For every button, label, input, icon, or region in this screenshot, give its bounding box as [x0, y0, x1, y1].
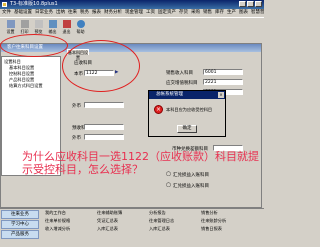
sidebar-item-learning[interactable]: 学习中心	[1, 220, 39, 229]
option2-label: 汇兑损益入账科目	[173, 184, 209, 189]
menu-item[interactable]: 往来	[68, 9, 77, 17]
quick-links: 我的工作台 往来辅助账簿 分析报告 销售分析往来单价规格 凭证汇总表 往来管理日志 往来账龄…	[45, 210, 253, 232]
prepay-foreign-input[interactable]	[84, 134, 124, 140]
sales-income-label: 销售收入科目	[166, 71, 193, 76]
sales-income-input[interactable]: 6001	[203, 69, 243, 75]
minimize-button[interactable]	[239, 1, 246, 7]
annotation-circle-field	[62, 40, 140, 92]
tax-input[interactable]: 2221	[203, 79, 243, 85]
exit-icon	[62, 20, 71, 28]
menu-item[interactable]: 智慧营	[251, 9, 264, 17]
menu-item[interactable]: 固定资产	[158, 9, 176, 17]
menu-item[interactable]: 税务	[80, 9, 89, 17]
quick-link[interactable]: 入库汇总表	[97, 226, 149, 232]
menu-item[interactable]: 现金管理	[125, 9, 143, 17]
export-icon	[48, 20, 57, 28]
bottom-panel: 往来业务 学习中心 产品服务 我的工作台 往来辅助账簿 分析报告 销售分析往来单价规格…	[0, 208, 264, 247]
quick-link[interactable]: 销售日报表	[201, 226, 253, 232]
dialog-title: 总帐系统管理 ×	[149, 91, 225, 99]
menu-item[interactable]: 日常业务	[35, 9, 53, 17]
foreign-label: 外币	[72, 104, 81, 109]
maximize-button[interactable]	[247, 1, 254, 7]
quick-link[interactable]: 往来账龄分析	[201, 218, 253, 224]
quick-link[interactable]: 我的工作台	[45, 210, 97, 216]
help-icon	[76, 20, 85, 28]
quick-link[interactable]: 入库汇总表	[149, 226, 201, 232]
quick-link[interactable]: 往来辅助账簿	[97, 210, 149, 216]
dialog-ok-button[interactable]: 确定	[177, 125, 197, 133]
menu-item[interactable]: 存货	[179, 9, 188, 17]
print-icon	[20, 20, 29, 28]
quick-link[interactable]: 分析报告	[149, 210, 201, 216]
question-line-2: 示受控科目，怎么选择？	[22, 163, 143, 176]
menu-item[interactable]: 采购	[191, 9, 200, 17]
menu-item[interactable]: 报表	[92, 9, 101, 17]
menu-item[interactable]: 库存	[215, 9, 224, 17]
sidebar-item-business[interactable]: 往来业务	[1, 210, 39, 219]
menu-item[interactable]: 文件	[2, 9, 11, 17]
bottom-sidebar: 往来业务 学习中心 产品服务	[0, 209, 40, 247]
setup-icon	[6, 20, 15, 28]
quick-link[interactable]: 收入增减分析	[45, 226, 97, 232]
quick-link[interactable]: 往来单价规格	[45, 218, 97, 224]
menu-item[interactable]: 基础设置	[14, 9, 32, 17]
quick-link[interactable]: 销售分析	[201, 210, 253, 216]
sidebar-item-service[interactable]: 产品服务	[1, 230, 39, 239]
close-button[interactable]	[255, 1, 262, 7]
menu-item[interactable]: 图表	[239, 9, 248, 17]
menu-item[interactable]: 工资	[146, 9, 155, 17]
toolbar-exit-button[interactable]: 退出	[60, 20, 73, 40]
error-dialog: 总帐系统管理 × × 本科目应为应收受控科目 确定	[148, 90, 226, 137]
toolbar-help-button[interactable]: 帮助	[74, 20, 87, 40]
question-annotation: 为什么应收科目一选1122（应收账款）科目就提 示受控科目，怎么选择？	[22, 150, 266, 176]
quick-link[interactable]: 凭证汇总表	[97, 218, 149, 224]
dialog-message: 本科目应为应收受控科目	[166, 107, 213, 112]
app-icon	[2, 2, 7, 7]
preview-icon	[34, 20, 43, 28]
tree-item-settlement[interactable]: 结算方式科目设置	[4, 83, 58, 89]
dialog-close-icon[interactable]: ×	[218, 92, 224, 98]
tax-label: 应交增值税科目	[166, 81, 198, 86]
menu-item[interactable]: 出纳	[56, 9, 65, 17]
app-title: T3-标准版10.8plus1	[10, 1, 58, 7]
prepay-input[interactable]	[84, 124, 124, 130]
option2-radio[interactable]: ◯	[166, 183, 171, 188]
menu-bar: 文件 基础设置 日常业务 出纳 往来 税务 报表 财务分析 现金管理 工资 固定资产 存货 采购 销售 库存…	[0, 9, 264, 17]
question-line-1: 为什么应收科目一选1122（应收账款）科目就提	[22, 150, 259, 163]
app-title-bar: T3-标准版10.8plus1	[0, 0, 264, 9]
menu-item[interactable]: 生产	[227, 9, 236, 17]
menu-item[interactable]: 销售	[203, 9, 212, 17]
prepay-foreign-label: 外币	[72, 136, 81, 141]
quick-link[interactable]: 往来管理日志	[149, 218, 201, 224]
menu-item[interactable]: 财务分析	[104, 9, 122, 17]
window-controls	[239, 1, 262, 7]
annotation-circle-toolbar	[0, 34, 68, 57]
error-icon: ×	[154, 105, 163, 114]
foreign-input[interactable]	[84, 102, 124, 108]
